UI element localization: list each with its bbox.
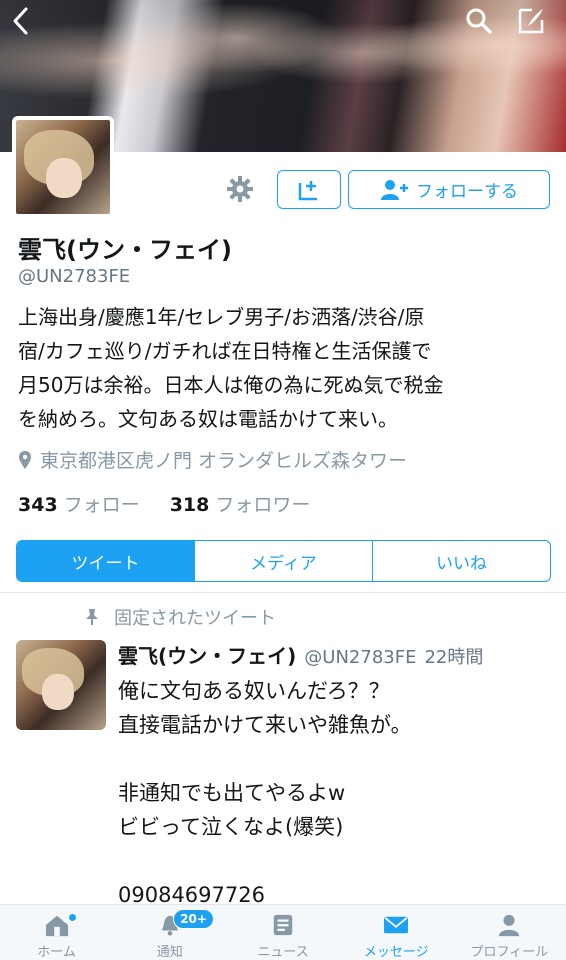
back-button[interactable]	[4, 4, 38, 38]
bottom-tab-bar: ホーム 20+ 通知 ニュース メッセージ プロフィール	[0, 904, 566, 960]
bio-line: 月50万は余裕。日本人は俺の為に死ぬ気で税金	[18, 373, 444, 397]
nav-home-label: ホーム	[37, 945, 76, 960]
profile-avatar[interactable]	[12, 116, 114, 218]
tweet-line: ビビって泣くなよ(爆笑)	[118, 815, 344, 839]
tweet-line	[118, 742, 548, 776]
followers-label: フォロワー	[215, 494, 311, 516]
pin-icon	[86, 609, 98, 625]
tweet-line: 非通知でも出てやるよw	[118, 781, 346, 805]
add-person-icon	[381, 179, 408, 200]
person-icon	[499, 914, 520, 937]
following-stat[interactable]: 343 フォロー	[18, 490, 140, 517]
followers-count: 318	[169, 494, 210, 516]
tweet-line: 直接電話かけて来いや雑魚が。	[118, 713, 412, 737]
tweet-line	[118, 844, 548, 878]
tweet-line: 俺に文句ある奴いんだろ？？	[118, 679, 390, 703]
tweet-author-avatar[interactable]	[16, 640, 106, 730]
tweet-author-handle: @UN2783FE	[304, 647, 417, 668]
tweet-header: 雲飞(ウン・フェイ) @UN2783FE 22時間	[118, 640, 483, 669]
notifications-badge: 20+	[173, 909, 214, 929]
nav-notifications-label: 通知	[156, 945, 183, 960]
profile-handle: @UN2783FE	[18, 266, 131, 287]
gear-icon	[227, 176, 253, 202]
nav-messages[interactable]: メッセージ	[340, 905, 453, 960]
add-to-list-button[interactable]	[277, 170, 341, 209]
tweet-text[interactable]: 俺に文句ある奴いんだろ？？ 直接電話かけて来いや雑魚が。 非通知でも出てやるよw…	[118, 674, 548, 912]
location-text: 東京都港区虎ノ門 オランダヒルズ森タワー	[40, 450, 408, 472]
pinned-tweet-indicator: 固定されたツイート	[84, 604, 276, 630]
following-label: フォロー	[63, 494, 140, 516]
nav-news[interactable]: ニュース	[226, 905, 339, 960]
profile-stats: 343 フォロー 318 フォロワー	[18, 490, 310, 517]
followers-stat[interactable]: 318 フォロワー	[170, 490, 311, 517]
search-button[interactable]	[462, 4, 496, 38]
profile-tabs: ツイート メディア いいね	[16, 540, 551, 582]
search-icon	[466, 8, 492, 34]
news-icon	[273, 914, 293, 936]
bio-line: を納めろ。文句ある奴は電話かけて来い。	[18, 407, 398, 431]
profile-location: 東京都港区虎ノ門 オランダヒルズ森タワー	[18, 446, 407, 473]
tab-tweets[interactable]: ツイート	[17, 541, 195, 581]
back-arrow-icon	[13, 7, 28, 35]
nav-profile-label: プロフィール	[470, 945, 549, 960]
profile-bio: 上海出身/慶應1年/セレブ男子/お洒落/渋谷/原 宿/カフェ巡り/ガチれば在日特…	[18, 300, 538, 436]
tab-likes[interactable]: いいね	[373, 541, 550, 581]
tweet-author-name[interactable]: 雲飞(ウン・フェイ)	[118, 640, 296, 669]
nav-messages-label: メッセージ	[363, 945, 429, 960]
nav-notifications[interactable]: 20+ 通知	[113, 905, 226, 960]
section-divider	[0, 592, 566, 593]
settings-button[interactable]	[222, 171, 258, 207]
nav-profile[interactable]: プロフィール	[453, 905, 566, 960]
following-count: 343	[18, 494, 58, 516]
bio-line: 宿/カフェ巡り/ガチれば在日特権と生活保護で	[18, 339, 432, 363]
follow-button-label: フォローする	[416, 182, 518, 202]
tweet-timestamp: 22時間	[424, 647, 484, 668]
bio-line: 上海出身/慶應1年/セレブ男子/お洒落/渋谷/原	[18, 305, 425, 329]
nav-news-label: ニュース	[257, 945, 309, 960]
add-to-list-icon	[298, 180, 317, 200]
nav-home[interactable]: ホーム	[0, 905, 113, 960]
profile-display-name: 雲飞(ウン・フェイ)	[18, 236, 232, 264]
compose-quill-icon	[518, 8, 544, 34]
pinned-label: 固定されたツイート	[114, 608, 276, 629]
tab-media[interactable]: メディア	[195, 541, 373, 581]
location-pin-icon	[19, 450, 31, 469]
unread-dot	[68, 913, 77, 922]
compose-tweet-button[interactable]	[514, 4, 548, 38]
mail-icon	[384, 916, 409, 934]
follow-button[interactable]: フォローする	[348, 170, 550, 209]
